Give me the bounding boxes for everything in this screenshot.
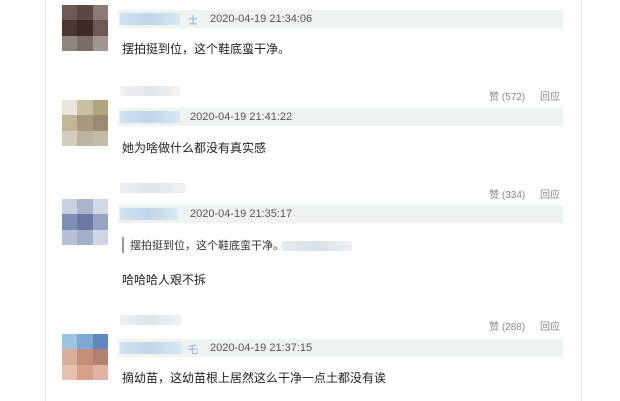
avatar[interactable]	[62, 199, 108, 245]
comment-meta-bar: 2020-04-19 21:41:22	[118, 108, 563, 126]
like-button[interactable]: 赞 (572)	[489, 92, 525, 103]
avatar-pixel	[92, 115, 108, 131]
timestamp: 2020-04-19 21:41:22	[190, 111, 293, 123]
blurred-text	[120, 315, 182, 325]
avatar-pixel	[77, 115, 93, 131]
avatar-pixel	[77, 100, 93, 116]
avatar-pixel	[92, 229, 108, 245]
quoted-comment-text: 摆拍挺到位，这个鞋底蛮干净。	[130, 240, 284, 252]
avatar-pixel	[62, 35, 78, 51]
comment-actions: 赞 (572) 回应	[477, 88, 560, 103]
avatar-pixel	[62, 214, 78, 230]
username-blurred[interactable]	[120, 208, 178, 220]
avatar-pixel	[62, 100, 78, 116]
comment-actions: 赞 (288) 回应	[477, 318, 560, 333]
comment-text: 摆拍挺到位，这个鞋底蛮干净。	[122, 42, 291, 56]
avatar-pixel	[77, 349, 93, 365]
avatar-pixel	[92, 214, 108, 230]
quoted-username-blurred	[282, 241, 352, 251]
avatar-pixel	[77, 214, 93, 230]
comment-text: 她为啥做什么都没有真实感	[122, 141, 267, 155]
avatar-pixel	[77, 229, 93, 245]
avatar-pixel	[62, 130, 78, 146]
avatar-pixel	[62, 199, 78, 215]
avatar-pixel	[62, 349, 78, 365]
avatar-pixel	[77, 5, 93, 21]
avatar-pixel	[77, 35, 93, 51]
left-border	[45, 0, 46, 401]
avatar-pixel	[77, 20, 93, 36]
avatar-pixel	[92, 20, 108, 36]
avatar-pixel	[92, 5, 108, 21]
avatar-pixel	[62, 20, 78, 36]
avatar[interactable]	[62, 5, 108, 51]
avatar-pixel	[62, 115, 78, 131]
reply-button[interactable]: 回应	[540, 92, 560, 103]
avatar-pixel	[92, 130, 108, 146]
comment-meta-bar: 士 2020-04-19 21:34:06	[118, 10, 563, 28]
blurred-text	[120, 86, 180, 96]
avatar-pixel	[62, 5, 78, 21]
comment-actions: 赞 (334) 回应	[477, 186, 560, 201]
avatar-pixel	[77, 334, 93, 350]
username-tail[interactable]: 乇	[188, 341, 198, 356]
right-border	[581, 0, 582, 401]
avatar-pixel	[62, 334, 78, 350]
timestamp: 2020-04-19 21:35:17	[190, 208, 293, 220]
avatar-pixel	[77, 364, 93, 380]
comment-meta-bar: 2020-04-19 21:35:17	[118, 205, 563, 223]
avatar-pixel	[77, 130, 93, 146]
reply-button[interactable]: 回应	[540, 322, 560, 333]
like-button[interactable]: 赞 (288)	[489, 322, 525, 333]
avatar[interactable]	[62, 334, 108, 380]
avatar-pixel	[92, 349, 108, 365]
username-tail[interactable]: 士	[188, 12, 198, 27]
avatar-pixel	[77, 199, 93, 215]
timestamp: 2020-04-19 21:34:06	[210, 13, 313, 25]
username-blurred[interactable]	[120, 111, 180, 123]
blurred-text	[120, 183, 185, 193]
avatar-pixel	[92, 100, 108, 116]
comment-meta-bar: 乇 2020-04-19 21:37:15	[118, 339, 563, 357]
like-button[interactable]: 赞 (334)	[489, 190, 525, 201]
reply-button[interactable]: 回应	[540, 190, 560, 201]
comment-text: 摘幼苗，这幼苗根上居然这么干净一点土都没有诶	[122, 371, 387, 385]
username-blurred[interactable]	[120, 13, 180, 25]
avatar-pixel	[62, 364, 78, 380]
username-blurred[interactable]	[120, 342, 182, 354]
avatar-pixel	[92, 35, 108, 51]
timestamp: 2020-04-19 21:37:15	[210, 342, 313, 354]
comment-text: 哈哈哈人艰不拆	[122, 273, 207, 287]
avatar-pixel	[92, 364, 108, 380]
quoted-comment: 摆拍挺到位，这个鞋底蛮干净。	[122, 237, 284, 253]
avatar-pixel	[92, 334, 108, 350]
avatar-pixel	[92, 199, 108, 215]
avatar-pixel	[62, 229, 78, 245]
avatar[interactable]	[62, 100, 108, 146]
